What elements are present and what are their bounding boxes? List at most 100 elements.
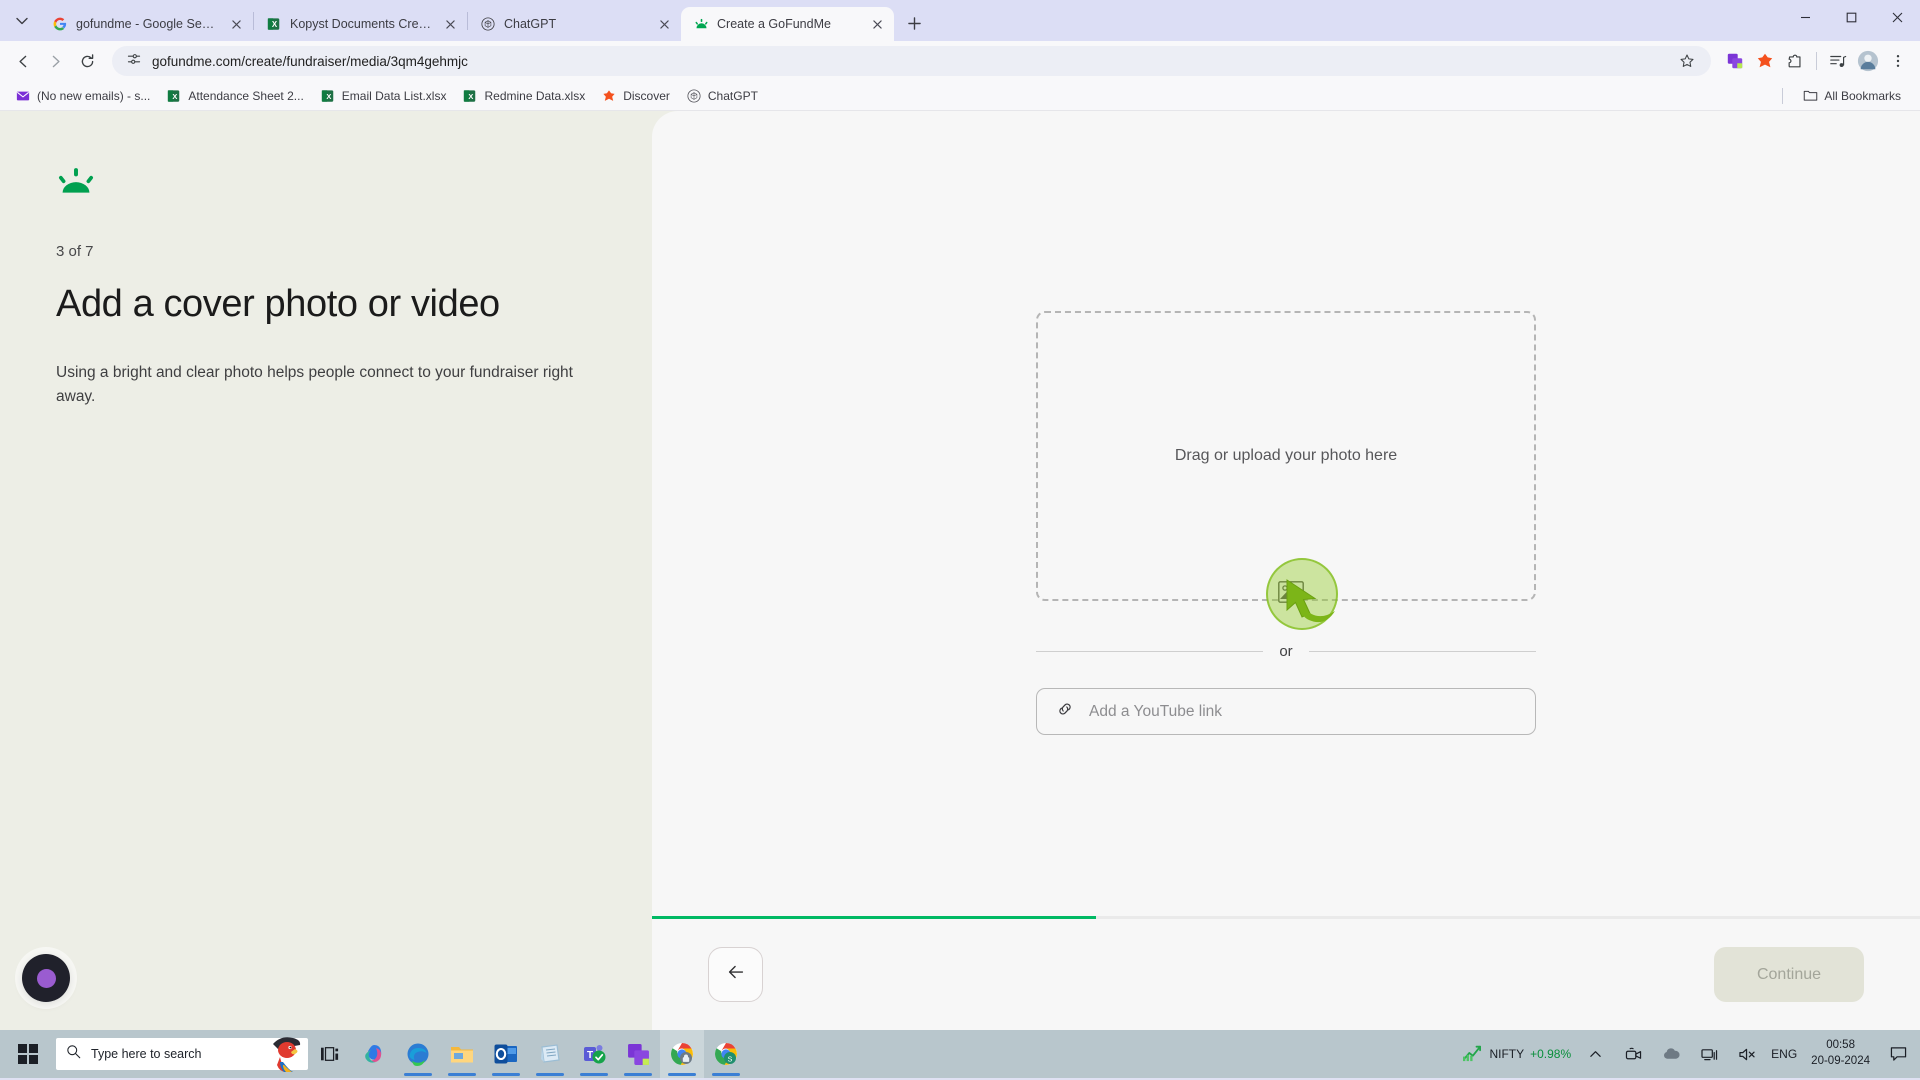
browser-tab-strip: gofundme - Google Search X Kopyst Docume…: [0, 0, 1920, 41]
divider-line-left: [1036, 651, 1264, 652]
clock-time: 00:58: [1826, 1039, 1855, 1052]
reload-icon[interactable]: [72, 46, 102, 76]
taskbar-chrome-window-2[interactable]: S: [704, 1030, 748, 1078]
bookmark-label: Email Data List.xlsx: [341, 88, 447, 103]
gofundme-logo: [56, 167, 96, 195]
taskbar-copilot-button[interactable]: [352, 1030, 396, 1078]
bookmark-label: Discover: [623, 88, 670, 103]
language-indicator[interactable]: ENG: [1771, 1047, 1797, 1061]
step-counter: 3 of 7: [56, 243, 94, 260]
all-bookmarks-section: All Bookmarks: [1782, 85, 1912, 107]
youtube-link-placeholder: Add a YouTube link: [1089, 702, 1223, 720]
discover-extension-icon[interactable]: [1751, 47, 1779, 75]
taskbar-task-view-button[interactable]: [308, 1030, 352, 1078]
chatgpt-icon: [686, 88, 702, 104]
screen-recorder-widget[interactable]: [22, 954, 70, 1002]
browser-tab-1[interactable]: X Kopyst Documents Creation.xlsx: [254, 7, 467, 41]
browser-tab-3[interactable]: Create a GoFundMe: [681, 7, 894, 41]
bookmark-item-2[interactable]: X Email Data List.xlsx: [313, 85, 454, 107]
tab-title: ChatGPT: [504, 17, 557, 31]
window-controls: [1782, 0, 1920, 34]
chrome-menu-icon[interactable]: [1884, 47, 1912, 75]
divider-line-right: [1308, 651, 1536, 652]
page-content: 3 of 7 Add a cover photo or video Using …: [0, 111, 1920, 1030]
bookmark-item-3[interactable]: X Redmine Data.xlsx: [455, 85, 592, 107]
discover-icon: [601, 88, 617, 104]
mail-icon: [15, 88, 31, 104]
svg-text:T: T: [587, 1050, 593, 1061]
action-center-icon[interactable]: [1884, 1030, 1912, 1078]
stock-label: NIFTY: [1489, 1047, 1525, 1061]
stock-chart-icon: [1461, 1044, 1483, 1065]
link-icon: [1055, 699, 1075, 724]
stock-ticker-widget[interactable]: NIFTY +0.98%: [1461, 1044, 1571, 1065]
minimize-button[interactable]: [1782, 0, 1828, 34]
start-button[interactable]: [4, 1030, 52, 1078]
tab-title: Kopyst Documents Creation.xlsx: [290, 17, 433, 31]
svg-text:X: X: [469, 92, 474, 101]
volume-muted-icon[interactable]: [1733, 1030, 1761, 1078]
bookmarks-bar: (No new emails) - s... X Attendance Shee…: [0, 81, 1920, 111]
tab-title: gofundme - Google Search: [76, 17, 219, 31]
forward-nav-icon[interactable]: [40, 46, 70, 76]
excel-icon: X: [320, 88, 336, 104]
close-icon[interactable]: [655, 15, 673, 33]
address-bar[interactable]: gofundme.com/create/fundraiser/media/3qm…: [112, 46, 1711, 76]
taskbar-search-input[interactable]: Type here to search: [56, 1037, 308, 1073]
google-icon: [52, 16, 68, 32]
avatar[interactable]: [1854, 47, 1882, 75]
all-bookmarks-label: All Bookmarks: [1824, 88, 1901, 103]
youtube-link-field[interactable]: Add a YouTube link: [1036, 688, 1536, 735]
clock-date: 20-09-2024: [1811, 1055, 1870, 1067]
taskbar-outlook-button[interactable]: [484, 1030, 528, 1078]
tab-search-button[interactable]: [8, 7, 36, 35]
toolbar-divider: [1816, 52, 1817, 70]
back-nav-icon[interactable]: [8, 46, 38, 76]
continue-button[interactable]: Continue: [1714, 947, 1864, 1002]
or-divider: or: [1036, 643, 1536, 660]
bookmark-item-0[interactable]: (No new emails) - s...: [8, 85, 157, 107]
taskbar-file-explorer-button[interactable]: [440, 1030, 484, 1078]
show-hidden-icons-chevron-icon[interactable]: [1581, 1030, 1609, 1078]
windows-taskbar: Type here to search T S NIFTY +0.98% ENG…: [0, 1030, 1920, 1078]
extensions-puzzle-icon[interactable]: [1781, 47, 1809, 75]
bookmark-star-icon[interactable]: [1673, 47, 1701, 75]
or-label: or: [1279, 643, 1293, 660]
taskbar-teams-button[interactable]: T: [572, 1030, 616, 1078]
url-text: gofundme.com/create/fundraiser/media/3qm…: [152, 53, 468, 69]
new-tab-button[interactable]: [900, 9, 928, 37]
taskbar-edge-button[interactable]: [396, 1030, 440, 1078]
close-icon[interactable]: [868, 15, 886, 33]
clock-widget[interactable]: 00:58 20-09-2024: [1807, 1038, 1874, 1069]
bookmark-item-4[interactable]: Discover: [594, 85, 677, 107]
svg-text:X: X: [326, 92, 331, 101]
bookmark-item-1[interactable]: X Attendance Sheet 2...: [159, 85, 310, 107]
bookmark-item-5[interactable]: ChatGPT: [679, 85, 765, 107]
onedrive-cloud-icon[interactable]: [1657, 1030, 1685, 1078]
tab-title: Create a GoFundMe: [717, 17, 831, 31]
browser-tab-2[interactable]: ChatGPT: [468, 7, 681, 41]
camera-tray-icon[interactable]: [1619, 1030, 1647, 1078]
taskbar-kopyst-button[interactable]: [616, 1030, 660, 1078]
page-title: Add a cover photo or video: [56, 283, 500, 325]
svg-text:X: X: [173, 92, 178, 101]
close-icon[interactable]: [227, 15, 245, 33]
site-settings-icon[interactable]: [126, 51, 142, 72]
taskbar-notepad-button[interactable]: [528, 1030, 572, 1078]
bookmark-label: ChatGPT: [707, 88, 758, 103]
photo-dropzone[interactable]: Drag or upload your photo here: [1036, 311, 1536, 601]
taskbar-chrome-window-1[interactable]: [660, 1030, 704, 1078]
back-step-button[interactable]: [708, 947, 763, 1002]
close-window-button[interactable]: [1874, 0, 1920, 34]
all-bookmarks-button[interactable]: All Bookmarks: [1795, 85, 1908, 107]
page-subtext: Using a bright and clear photo helps peo…: [56, 363, 573, 405]
close-icon[interactable]: [441, 15, 459, 33]
browser-tab-0[interactable]: gofundme - Google Search: [40, 7, 253, 41]
media-controls-icon[interactable]: [1824, 47, 1852, 75]
bookmark-label: Redmine Data.xlsx: [484, 88, 586, 103]
kopyst-extension-icon[interactable]: [1721, 47, 1749, 75]
maximize-button[interactable]: [1828, 0, 1874, 34]
stock-change: +0.98%: [1530, 1047, 1572, 1061]
arrow-left-icon: [725, 961, 747, 988]
network-icon[interactable]: [1695, 1030, 1723, 1078]
